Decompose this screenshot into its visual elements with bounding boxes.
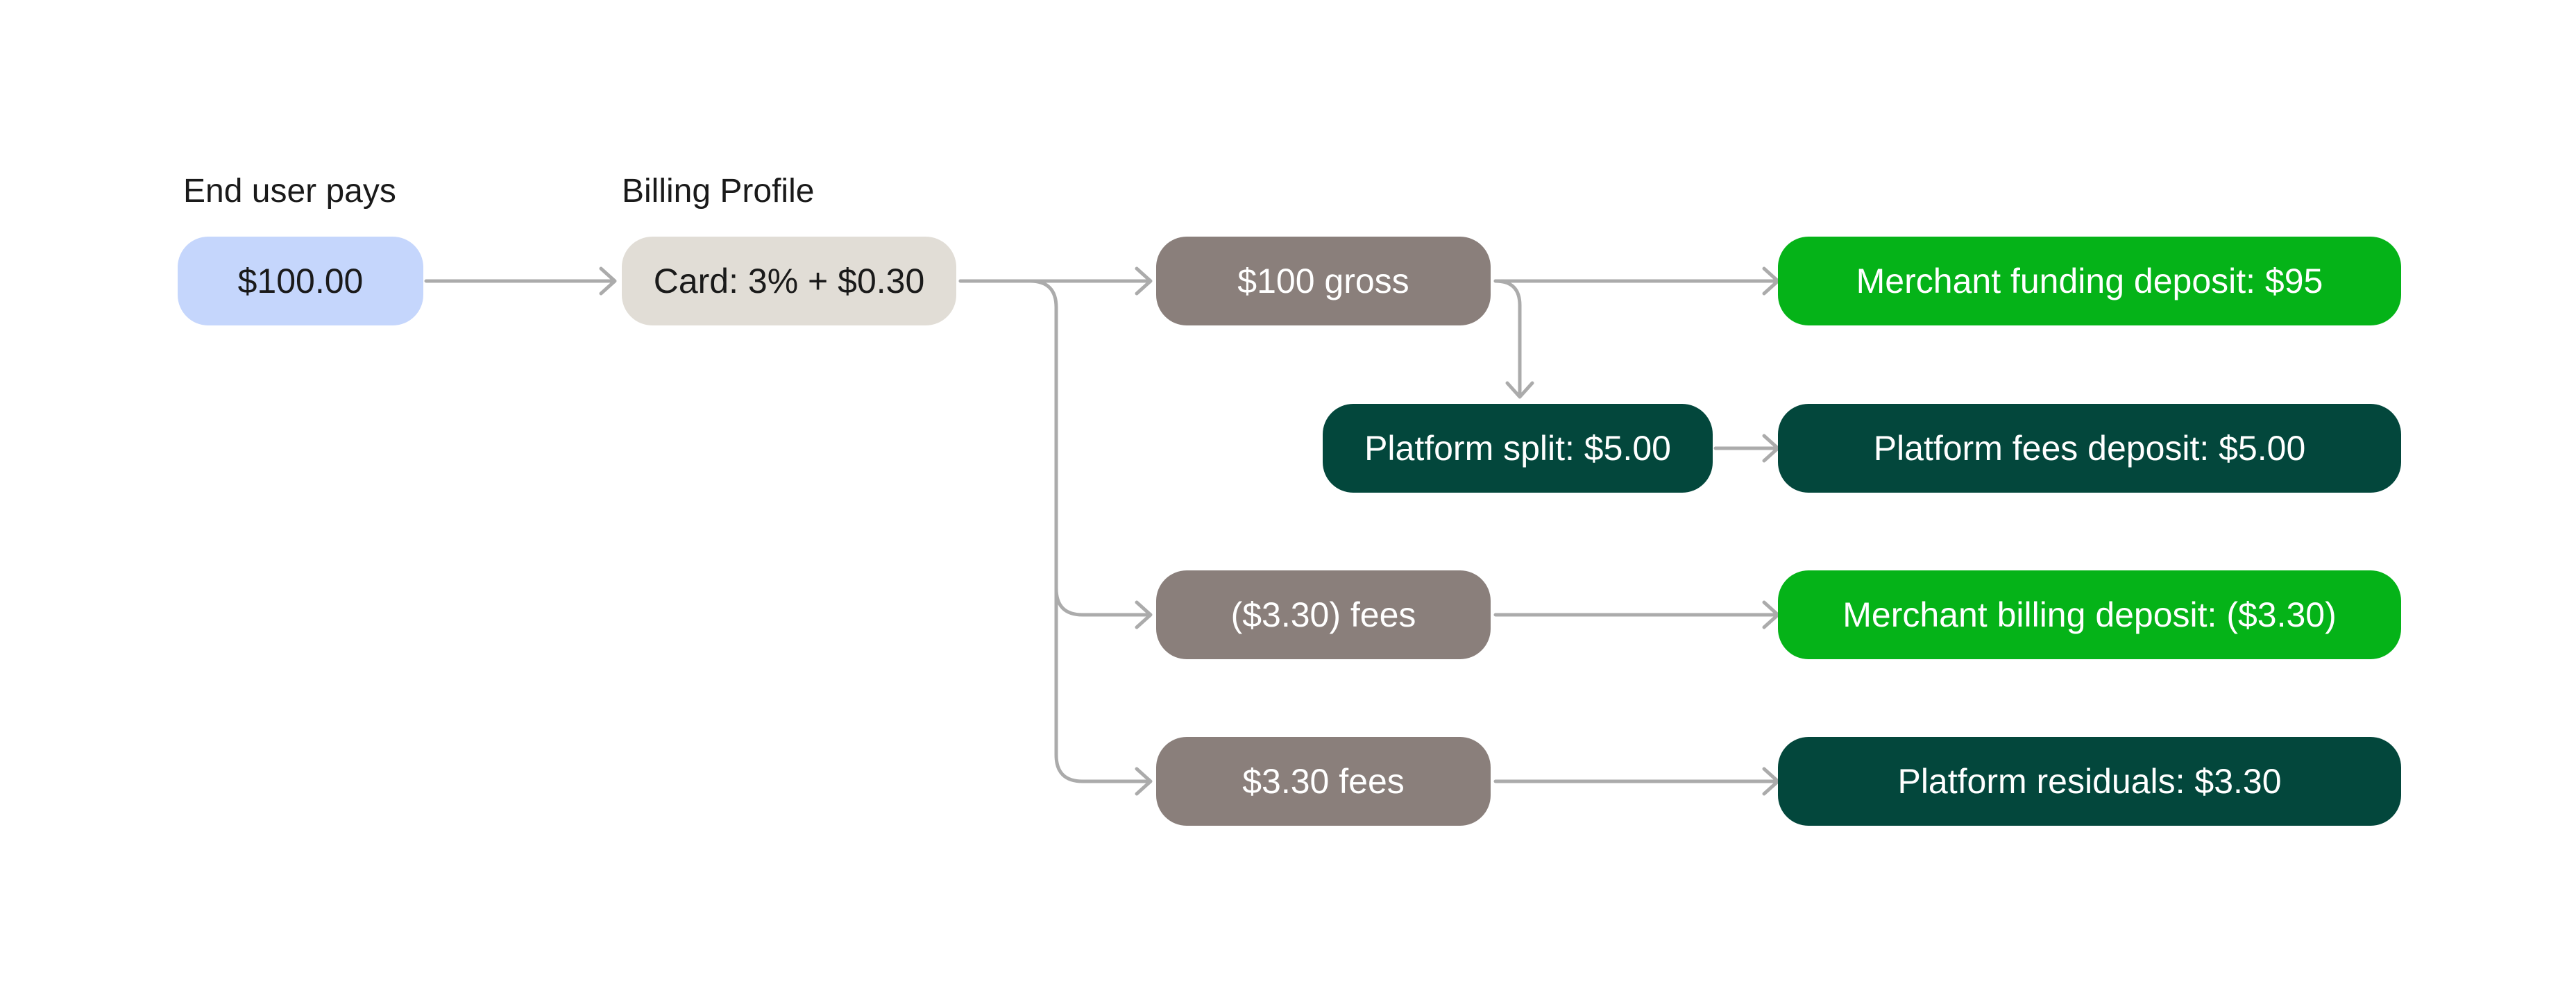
payment-node: $100.00 [178, 237, 423, 325]
connector-gross-to-platform-split [1493, 279, 1534, 399]
platform-fees-deposit-node: Platform fees deposit: $5.00 [1778, 404, 2401, 493]
connector-positive-fees-to-residuals [1493, 767, 1780, 796]
billing-profile-node: Card: 3% + $0.30 [622, 237, 956, 325]
positive-fees-node: $3.30 fees [1156, 737, 1491, 826]
connector-negative-fees-to-merchant-billing [1493, 600, 1780, 629]
connectors [424, 266, 1780, 796]
platform-split-node: Platform split: $5.00 [1323, 404, 1713, 493]
gross-node: $100 gross [1156, 237, 1491, 325]
merchant-funding-deposit-node: Merchant funding deposit: $95 [1778, 237, 2401, 325]
billing-profile-label: Billing Profile [622, 173, 815, 210]
connector-gross-to-merchant-funding [1493, 266, 1780, 296]
platform-residuals-node: Platform residuals: $3.30 [1778, 737, 2401, 826]
connector-billing-to-negative-fees [958, 279, 1153, 629]
connector-billing-to-positive-fees [1054, 586, 1153, 796]
end-user-pays-label: End user pays [183, 173, 396, 210]
negative-fees-node: ($3.30) fees [1156, 570, 1491, 659]
merchant-billing-deposit-node: Merchant billing deposit: ($3.30) [1778, 570, 2401, 659]
connector-payment-to-billing [424, 266, 617, 296]
connector-split-to-fees-deposit [1713, 434, 1780, 463]
